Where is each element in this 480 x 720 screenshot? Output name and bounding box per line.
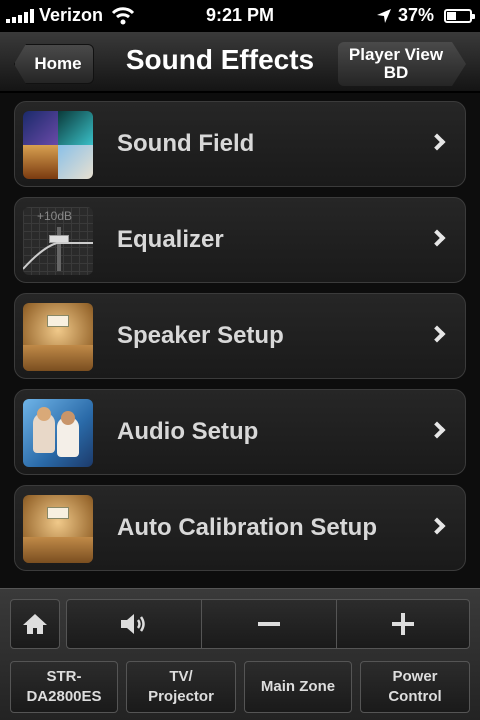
zone-label-line2: Projector — [148, 688, 214, 705]
chevron-right-icon — [428, 421, 446, 439]
control-bar: STR- DA2800ES TV/ Projector Main Zone Po… — [0, 588, 480, 720]
home-icon — [23, 614, 47, 634]
page-title: Sound Effects — [125, 44, 315, 75]
player-view-label: Player View — [348, 45, 444, 64]
zone-button-tv-projector[interactable]: TV/ Projector — [126, 661, 236, 713]
zone-label-line2: Control — [388, 688, 442, 705]
zone-label-line1: Power — [392, 668, 438, 685]
home-back-button[interactable]: Home — [14, 44, 94, 84]
sound-field-thumbnail — [23, 111, 93, 179]
zone-label-line1: STR- — [46, 668, 82, 685]
menu-item-label: Equalizer — [117, 226, 224, 253]
chevron-right-icon — [428, 229, 446, 247]
status-right: 37% — [376, 5, 475, 26]
equalizer-thumbnail: +10dB — [23, 207, 93, 275]
menu-item-speaker-setup[interactable]: Speaker Setup — [14, 293, 466, 379]
person-head — [37, 407, 51, 421]
menu-list: Sound Field +10dB Equalizer Speaker Setu… — [0, 93, 480, 588]
menu-item-label: Auto Calibration Setup — [117, 514, 377, 541]
room-floor — [23, 345, 93, 371]
speaker-setup-thumbnail — [23, 303, 93, 371]
menu-item-label: Audio Setup — [117, 418, 259, 445]
home-button[interactable] — [10, 599, 60, 649]
menu-item-audio-setup[interactable]: Audio Setup — [14, 389, 466, 475]
chevron-right-icon — [428, 517, 446, 535]
audio-setup-thumbnail — [23, 399, 93, 467]
plus-icon — [392, 613, 414, 635]
chevron-right-icon — [428, 133, 446, 151]
zone-button-str-da2800es[interactable]: STR- DA2800ES — [10, 661, 118, 713]
zone-button-main-zone[interactable]: Main Zone — [244, 661, 352, 713]
navigation-bar: Home Sound Effects Player View BD — [0, 32, 480, 92]
room-screen — [47, 315, 69, 327]
menu-item-label: Speaker Setup — [117, 322, 284, 349]
minus-icon — [258, 622, 280, 626]
menu-item-auto-calibration-setup[interactable]: Auto Calibration Setup — [14, 485, 466, 571]
player-view-source: BD — [383, 63, 409, 82]
mute-button[interactable] — [67, 600, 201, 648]
zone-label-line1: Main Zone — [260, 678, 336, 695]
volume-control-group — [66, 599, 470, 649]
zone-label-line1: TV/ — [169, 668, 193, 685]
auto-calibration-thumbnail — [23, 495, 93, 563]
menu-item-sound-field[interactable]: Sound Field — [14, 101, 466, 187]
room-floor — [23, 537, 93, 563]
player-view-button[interactable]: Player View BD — [338, 42, 466, 86]
equalizer-curve — [23, 242, 93, 270]
battery-percent: 37% — [397, 5, 434, 25]
location-arrow-icon — [376, 8, 391, 23]
room-screen — [47, 507, 69, 519]
status-bar: Verizon 9:21 PM 37% — [0, 0, 480, 32]
volume-down-button[interactable] — [202, 600, 336, 648]
menu-item-label: Sound Field — [117, 130, 255, 157]
zone-button-power-control[interactable]: Power Control — [360, 661, 470, 713]
zone-label-line2: DA2800ES — [26, 688, 102, 705]
battery-icon — [444, 8, 475, 23]
battery-fill — [447, 11, 456, 20]
menu-item-equalizer[interactable]: +10dB Equalizer — [14, 197, 466, 283]
speaker-volume-icon — [121, 614, 145, 634]
volume-up-button[interactable] — [337, 600, 469, 648]
chevron-right-icon — [428, 325, 446, 343]
person-head — [61, 411, 75, 425]
